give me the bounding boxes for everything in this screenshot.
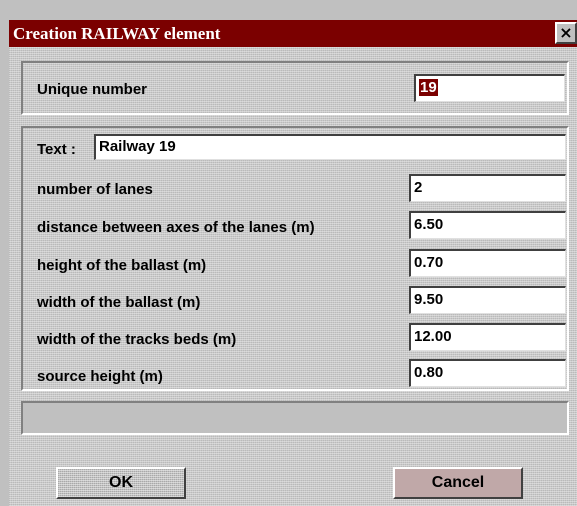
cancel-button[interactable]: Cancel bbox=[393, 467, 523, 499]
param-label-width-of-tracks-beds: width of the tracks beds (m) bbox=[37, 331, 237, 348]
width-of-ballast-field[interactable]: 9.50 bbox=[409, 286, 566, 314]
parameters-group: Text : Railway 19 number of lanes 2 dist… bbox=[21, 126, 569, 391]
unique-number-field[interactable]: 19 bbox=[414, 74, 565, 102]
param-label-distance-between-axes: distance between axes of the lanes (m) bbox=[37, 219, 315, 236]
source-height-field[interactable]: 0.80 bbox=[409, 359, 566, 387]
param-label-width-of-ballast: width of the ballast (m) bbox=[37, 294, 201, 311]
dialog-body: Unique number 19 Text : Railway 19 numbe… bbox=[9, 47, 577, 506]
close-button[interactable]: × bbox=[555, 22, 577, 44]
unique-number-label: Unique number bbox=[37, 81, 148, 98]
unique-number-group: Unique number 19 bbox=[21, 61, 569, 115]
unique-number-value: 19 bbox=[419, 79, 438, 96]
height-of-ballast-field[interactable]: 0.70 bbox=[409, 249, 566, 277]
number-of-lanes-field[interactable]: 2 bbox=[409, 174, 566, 202]
window-title: Creation RAILWAY element bbox=[13, 24, 221, 43]
close-icon: × bbox=[559, 23, 573, 42]
distance-between-axes-field[interactable]: 6.50 bbox=[409, 211, 566, 239]
param-label-number-of-lanes: number of lanes bbox=[37, 181, 153, 198]
ok-button[interactable]: OK bbox=[56, 467, 186, 499]
width-of-tracks-beds-field[interactable]: 12.00 bbox=[409, 323, 566, 351]
param-label-source-height: source height (m) bbox=[37, 368, 163, 385]
text-field[interactable]: Railway 19 bbox=[94, 134, 566, 160]
creation-railway-dialog: Creation RAILWAY element × Unique number… bbox=[0, 0, 577, 506]
param-label-height-of-ballast: height of the ballast (m) bbox=[37, 257, 207, 274]
status-bar bbox=[21, 401, 569, 435]
text-label: Text : bbox=[37, 141, 76, 158]
title-bar[interactable]: Creation RAILWAY element × bbox=[9, 20, 577, 47]
